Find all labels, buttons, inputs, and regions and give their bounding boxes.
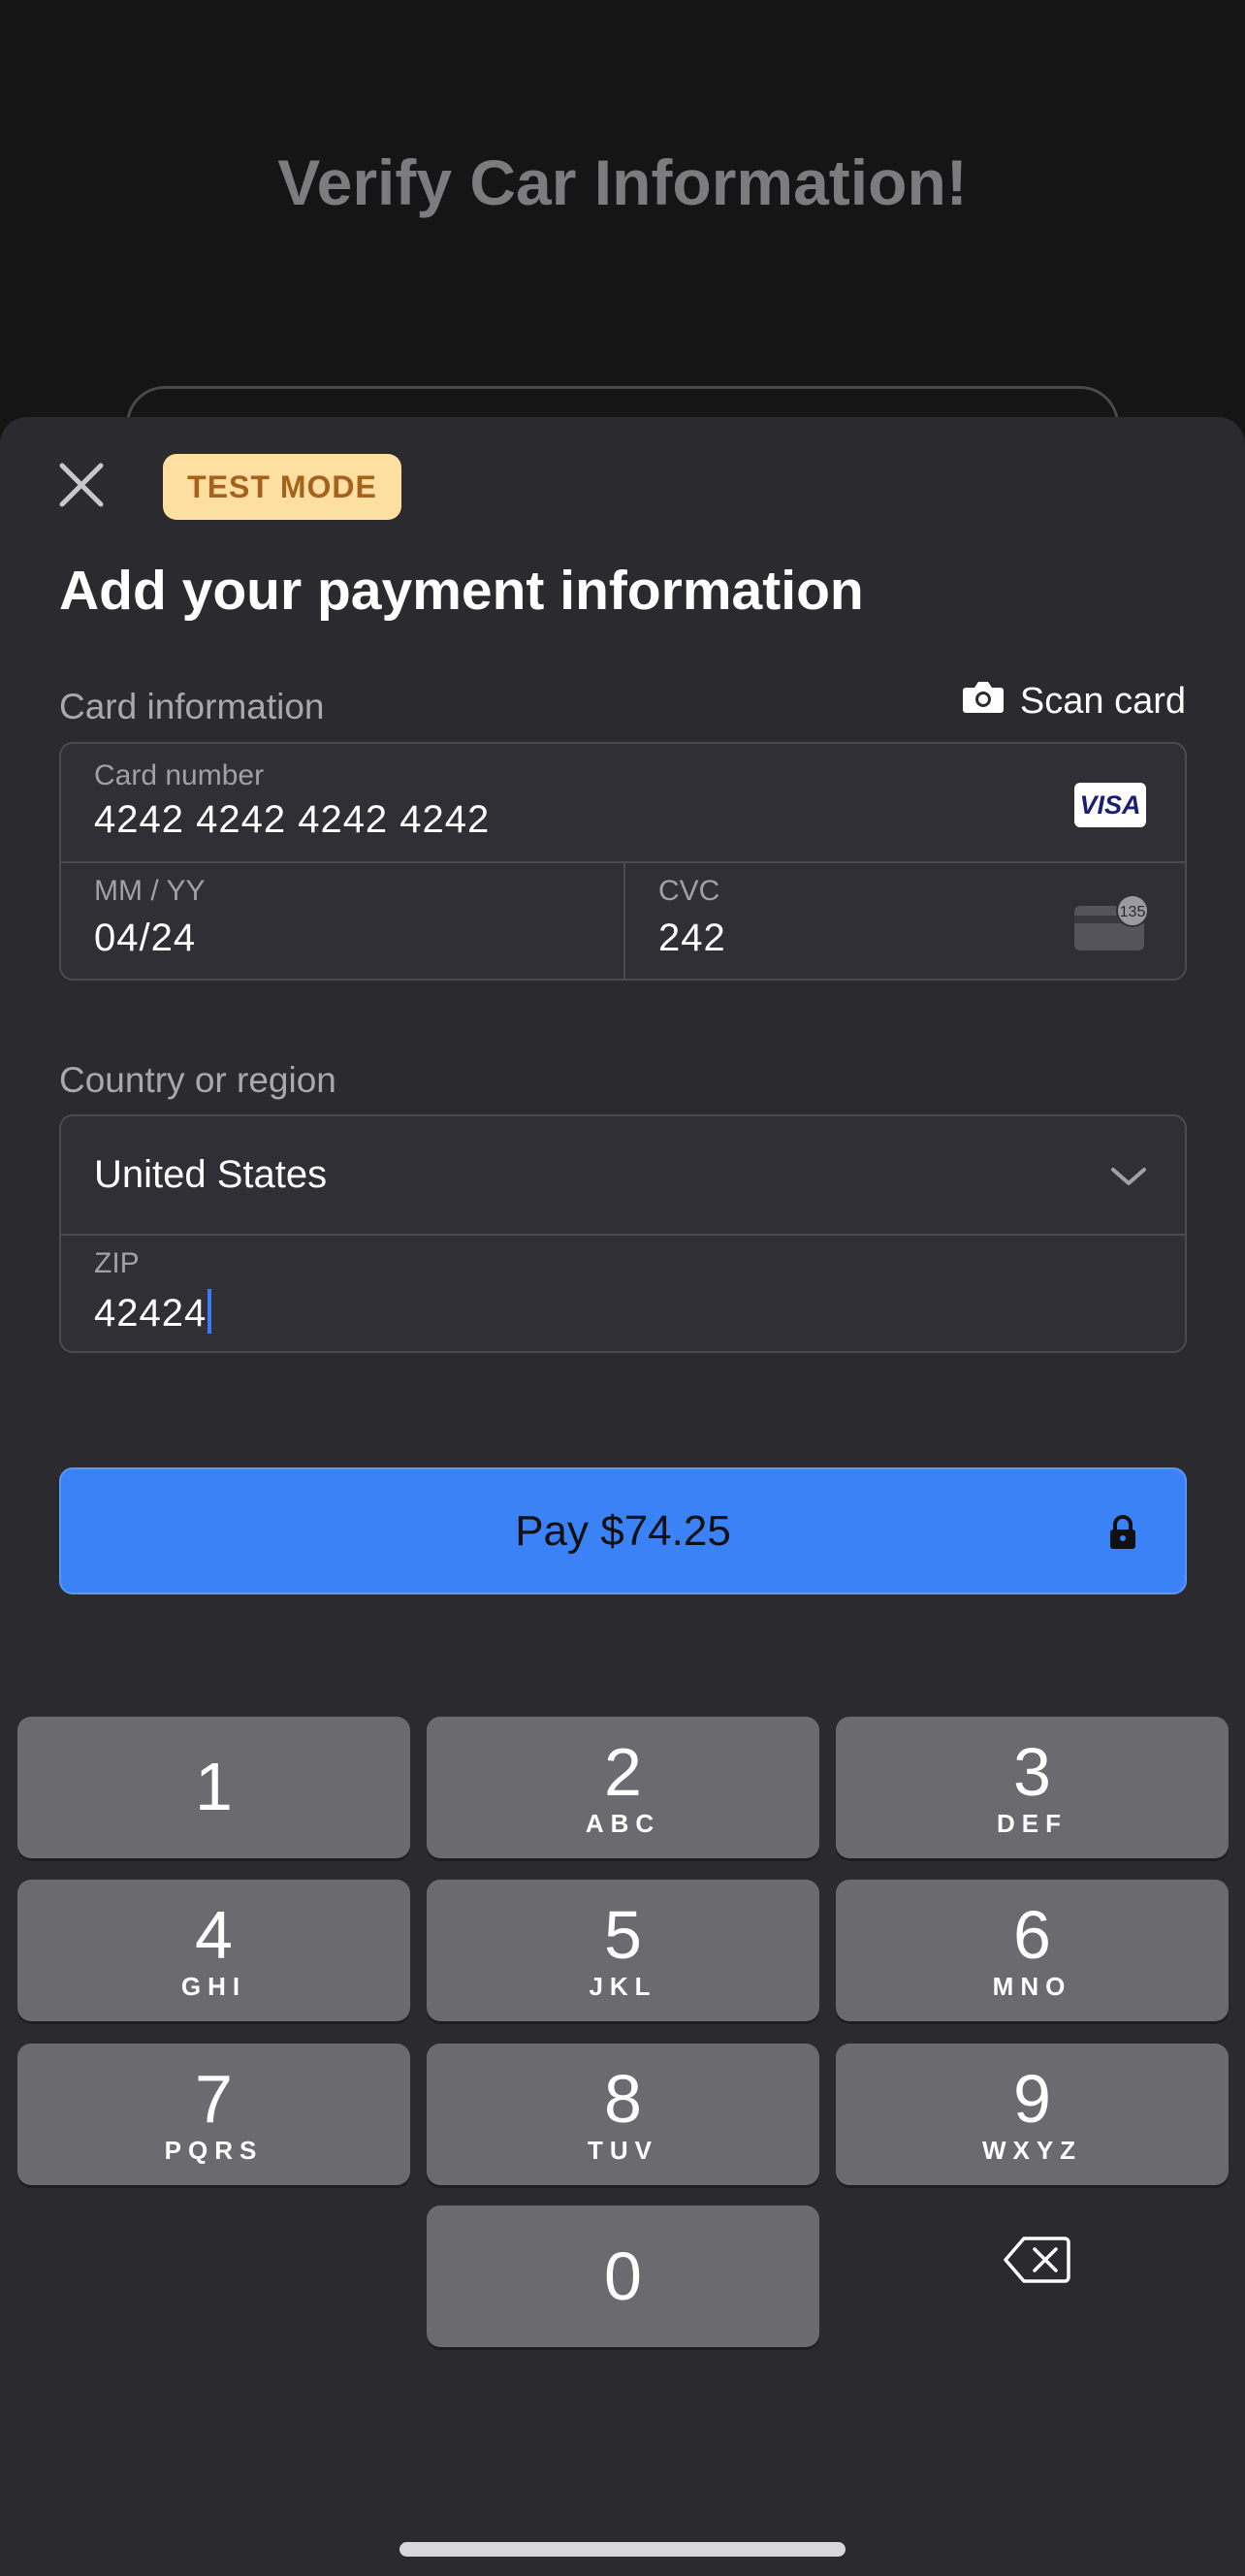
key-0[interactable]: 0 [427, 2206, 819, 2347]
cvc-label: CVC [658, 875, 720, 907]
key-letters: ABC [585, 1808, 661, 1838]
lock-icon [1107, 1514, 1138, 1551]
text-cursor [208, 1289, 212, 1334]
expiry-field[interactable]: MM / YY 04/24 [61, 863, 623, 981]
key-8[interactable]: 8 TUV [427, 2044, 819, 2185]
key-number: 0 [604, 2238, 642, 2314]
chevron-down-icon [1109, 1165, 1148, 1188]
payment-sheet: TEST MODE Add your payment information C… [0, 417, 1245, 1702]
visa-logo: VISA [1074, 783, 1146, 827]
key-number: 4 [195, 1896, 233, 1973]
country-select[interactable]: United States [61, 1116, 1185, 1235]
key-letters: WXYZ [981, 2135, 1083, 2165]
key-3[interactable]: 3 DEF [836, 1717, 1229, 1858]
key-7[interactable]: 7 PQRS [17, 2044, 410, 2185]
key-letters: DEF [997, 1808, 1068, 1838]
key-letters: JKL [589, 1971, 657, 2001]
card-number-label: Card number [94, 759, 265, 791]
key-letters: MNO [992, 1971, 1072, 2001]
key-5[interactable]: 5 JKL [427, 1880, 819, 2021]
zip-field[interactable]: ZIP 42424 [61, 1236, 1185, 1353]
key-number: 8 [604, 2060, 642, 2137]
key-number: 6 [1013, 1896, 1051, 1973]
numeric-keypad: 1 2 ABC 3 DEF 4 GHI 5 JKL 6 MNO 7 PQRS 8 [0, 1702, 1245, 2576]
key-letters: PQRS [164, 2135, 264, 2165]
cvc-value: 242 [658, 917, 726, 959]
card-information-label: Card information [59, 687, 325, 726]
expiry-value: 04/24 [94, 917, 197, 959]
country-region-label: Country or region [59, 1060, 336, 1100]
key-2[interactable]: 2 ABC [427, 1717, 819, 1858]
cvc-card-icon: 135 [1072, 894, 1152, 954]
zip-label: ZIP [94, 1247, 140, 1279]
card-number-field[interactable]: Card number 4242 4242 4242 4242 VISA [61, 744, 1185, 862]
close-icon[interactable] [54, 458, 109, 512]
home-indicator[interactable] [399, 2542, 846, 2557]
sheet-title: Add your payment information [59, 560, 864, 622]
backspace-icon[interactable] [1003, 2236, 1070, 2284]
key-number: 9 [1013, 2060, 1051, 2137]
key-6[interactable]: 6 MNO [836, 1880, 1229, 2021]
cvc-icon-text: 135 [1120, 904, 1146, 920]
key-number: 5 [604, 1896, 642, 1973]
key-letters: GHI [180, 1971, 247, 2001]
address-fields: United States ZIP 42424 [59, 1114, 1187, 1353]
scan-card-button[interactable]: Scan card [962, 679, 1186, 724]
key-number: 1 [195, 1749, 233, 1824]
zip-value: 42424 [94, 1292, 208, 1335]
expiry-label: MM / YY [94, 875, 206, 907]
card-number-value: 4242 4242 4242 4242 [94, 798, 491, 841]
test-mode-badge: TEST MODE [163, 454, 401, 520]
key-1[interactable]: 1 [17, 1717, 410, 1858]
key-4[interactable]: 4 GHI [17, 1880, 410, 2021]
pay-label: Pay $74.25 [515, 1506, 731, 1555]
key-letters: TUV [588, 2135, 658, 2165]
key-9[interactable]: 9 WXYZ [836, 2044, 1229, 2185]
scan-card-label: Scan card [1019, 680, 1186, 722]
payment-screen: Verify Car Information! TEST MODE Add yo… [0, 0, 1245, 2576]
key-number: 7 [195, 2060, 233, 2137]
zip-input[interactable]: 42424 [94, 1289, 212, 1336]
card-fields: Card number 4242 4242 4242 4242 VISA MM … [59, 742, 1187, 981]
camera-icon [962, 679, 1005, 724]
key-number: 2 [604, 1733, 642, 1810]
background-title: Verify Car Information! [277, 146, 968, 218]
key-number: 3 [1013, 1733, 1051, 1810]
pay-button[interactable]: Pay $74.25 [59, 1467, 1187, 1594]
country-value: United States [94, 1153, 328, 1196]
